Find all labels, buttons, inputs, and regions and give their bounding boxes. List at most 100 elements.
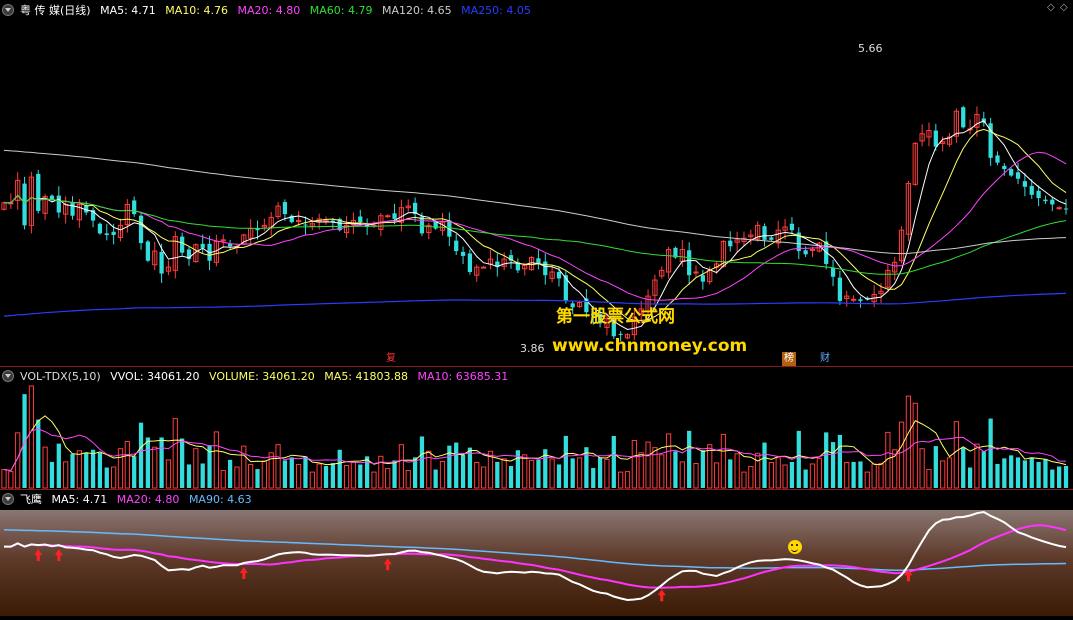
candle-body bbox=[961, 107, 966, 128]
candle-body bbox=[97, 223, 103, 234]
volume-bar bbox=[638, 452, 644, 489]
volume-bar bbox=[1009, 455, 1014, 488]
volume-bar bbox=[611, 435, 616, 488]
volume-bar bbox=[8, 471, 14, 489]
pane-separator bbox=[0, 489, 1073, 490]
volume-bar bbox=[762, 442, 767, 488]
volume-bar bbox=[63, 461, 69, 489]
volume-bar bbox=[782, 464, 788, 489]
volume-bar bbox=[104, 467, 109, 488]
finance-tag[interactable]: 财 bbox=[818, 352, 832, 366]
volume-bar bbox=[645, 441, 651, 489]
ma5-readout: MA5: 4.71 bbox=[100, 4, 156, 17]
volume-bar bbox=[447, 445, 452, 488]
volume-bar bbox=[405, 470, 411, 489]
volume-bar bbox=[426, 450, 432, 489]
volume-bar bbox=[227, 459, 233, 488]
volume-bar bbox=[220, 470, 226, 489]
volume-bar bbox=[946, 457, 953, 489]
candle-body bbox=[556, 271, 562, 279]
volume-bar bbox=[713, 462, 720, 489]
candle-body bbox=[687, 250, 692, 276]
kline-chart[interactable] bbox=[0, 0, 1073, 616]
candle-body bbox=[789, 223, 795, 231]
volume-bar bbox=[76, 450, 82, 489]
main-chart-header: 粤 传 媒(日线) MA5: 4.71 MA10: 4.76 MA20: 4.8… bbox=[0, 2, 537, 20]
volume-bar bbox=[193, 448, 199, 489]
volume-bar bbox=[22, 394, 27, 488]
volume-bar bbox=[303, 456, 308, 488]
volume-bar bbox=[591, 468, 596, 488]
vvol-readout: VVOL: 34061.20 bbox=[110, 370, 200, 383]
volume-bar bbox=[844, 461, 850, 489]
volume-bar bbox=[97, 452, 103, 488]
candle-body bbox=[1009, 169, 1014, 176]
candle-body bbox=[180, 236, 185, 253]
candle-body bbox=[480, 266, 487, 269]
diamond-icon[interactable]: ◇ bbox=[1047, 3, 1057, 13]
volume-bar bbox=[720, 433, 727, 489]
volume-bar bbox=[84, 452, 89, 488]
volume-bar bbox=[604, 458, 610, 489]
volume-bar bbox=[940, 460, 946, 489]
volume-bar bbox=[1057, 466, 1062, 488]
volume-bar bbox=[282, 460, 288, 488]
volume-bar bbox=[652, 447, 658, 489]
volume-bar bbox=[289, 457, 294, 488]
candle-body bbox=[850, 298, 857, 301]
candle-body bbox=[392, 213, 397, 219]
volume-bar bbox=[707, 444, 713, 489]
volume-readout: VOLUME: 34061.20 bbox=[209, 370, 315, 383]
restore-tag[interactable]: 复 bbox=[384, 352, 398, 366]
volume-bar bbox=[953, 421, 959, 489]
candle-body bbox=[728, 240, 733, 247]
volume-bar bbox=[200, 463, 205, 488]
candle-body bbox=[933, 130, 938, 147]
volume-bar bbox=[1050, 469, 1055, 488]
chevron-down-icon[interactable] bbox=[2, 493, 14, 505]
volume-bar bbox=[172, 418, 178, 489]
candle-body bbox=[1043, 199, 1048, 202]
volume-header: VOL-TDX(5,10) VVOL: 34061.20 VOLUME: 340… bbox=[0, 368, 514, 386]
candle-body bbox=[295, 220, 302, 223]
volume-bar bbox=[385, 468, 391, 489]
volume-bar bbox=[234, 466, 240, 489]
volume-indicator-title: VOL-TDX(5,10) bbox=[20, 370, 101, 383]
volume-bar bbox=[186, 464, 192, 488]
candle-body bbox=[303, 224, 308, 226]
volume-bar bbox=[748, 466, 754, 489]
volume-bar bbox=[350, 461, 357, 489]
indicator-header: 飞鹰 MA5: 4.71 MA20: 4.80 MA90: 4.63 bbox=[0, 491, 258, 509]
volume-bar bbox=[439, 460, 446, 489]
volume-bar bbox=[323, 466, 329, 488]
volume-bar bbox=[42, 446, 48, 489]
volume-bar bbox=[536, 459, 541, 488]
chart-stage[interactable] bbox=[0, 0, 1073, 616]
volume-bar bbox=[988, 418, 993, 488]
candle-body bbox=[858, 299, 863, 301]
volume-bar bbox=[358, 464, 363, 488]
candle-body bbox=[104, 233, 109, 236]
volume-bar bbox=[803, 469, 808, 488]
volume-bar bbox=[309, 471, 315, 489]
volume-bar bbox=[570, 458, 575, 488]
chevron-down-icon[interactable] bbox=[2, 4, 14, 16]
volume-bar bbox=[775, 457, 781, 489]
candle-body bbox=[454, 240, 459, 252]
candle-body bbox=[22, 183, 27, 226]
volume-bar bbox=[673, 451, 678, 488]
diamond-icon[interactable]: ◇ bbox=[1060, 3, 1070, 13]
indicator-background bbox=[0, 510, 1073, 616]
candle-body bbox=[460, 251, 466, 256]
watermark-url[interactable]: www.chnmoney.com bbox=[552, 336, 747, 356]
vol-ma5-readout: MA5: 41803.88 bbox=[324, 370, 408, 383]
candle-body bbox=[1022, 181, 1028, 187]
ma20-readout: MA20: 4.80 bbox=[237, 4, 301, 17]
candle-body bbox=[282, 202, 288, 215]
candle-body bbox=[111, 231, 116, 236]
volume-bar bbox=[508, 466, 514, 488]
volume-bar bbox=[495, 461, 500, 488]
candle-body bbox=[1015, 172, 1021, 179]
list-tag[interactable]: 榜 bbox=[782, 352, 796, 366]
chevron-down-icon[interactable] bbox=[2, 370, 14, 382]
